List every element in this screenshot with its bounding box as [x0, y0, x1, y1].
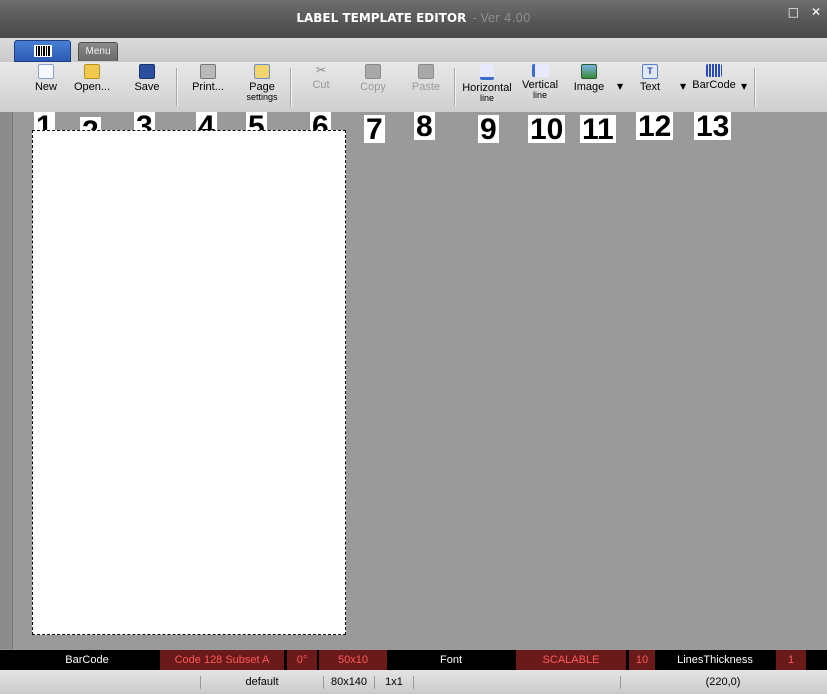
info-template-name: default [201, 676, 324, 689]
app-title: LABEL TEMPLATE EDITOR [296, 11, 467, 25]
hline-label-2: line [479, 93, 494, 103]
callout-9: 9 [478, 113, 499, 146]
image-button[interactable]: Image [570, 64, 608, 93]
cut-label: Cut [312, 79, 330, 91]
status-barcode-label: BarCode [14, 650, 160, 670]
status-bar: BarCode Code 128 Subset A 0° 50x10 Font … [0, 650, 827, 670]
version-label: - Ver 4.00 [472, 11, 531, 25]
info-page-size: 80x140 [324, 676, 375, 689]
paste-button[interactable]: Paste [408, 64, 444, 93]
status-barcode-type[interactable]: Code 128 Subset A [160, 650, 284, 670]
cut-button[interactable]: ✂ Cut [306, 63, 336, 92]
close-button[interactable]: ✕ [811, 5, 821, 19]
text-dropdown-arrow-icon[interactable]: ▼ [680, 82, 686, 91]
vline-label-2: line [532, 90, 547, 100]
status-font-label: Font [389, 650, 513, 670]
status-font-value[interactable]: SCALABLE [516, 650, 626, 670]
save-label: Save [134, 81, 160, 93]
vertical-line-button[interactable]: Vertical line [518, 64, 562, 100]
page-settings-label-2: settings [246, 92, 278, 102]
folder-icon [84, 64, 100, 79]
window-controls: □ ✕ [780, 5, 821, 19]
horizontal-line-button[interactable]: Horizontal line [460, 64, 514, 103]
status-lines-thickness-value[interactable]: 1 [776, 650, 806, 670]
open-button[interactable]: Open... [66, 64, 118, 93]
copy-button[interactable]: Copy [358, 64, 388, 93]
barcode-dropdown-arrow-icon[interactable]: ▼ [741, 82, 747, 91]
info-coordinates: (220,0) [705, 676, 741, 688]
image-label: Image [573, 81, 605, 93]
info-cell-empty [14, 676, 201, 689]
callout-8: 8 [414, 110, 435, 143]
copy-icon [365, 64, 381, 79]
open-label: Open... [73, 81, 111, 93]
text-label: Text [639, 81, 661, 93]
barcode-icon [706, 64, 722, 77]
label-canvas[interactable] [32, 130, 346, 635]
callout-7: 7 [364, 113, 385, 146]
status-font-size[interactable]: 10 [629, 650, 655, 670]
paste-icon [418, 64, 434, 79]
paste-label: Paste [411, 81, 441, 93]
print-button[interactable]: Print... [188, 64, 228, 93]
page-settings-button[interactable]: Page settings [240, 64, 284, 102]
new-document-icon [38, 64, 54, 79]
callout-10: 10 [528, 113, 566, 146]
status-lines-thickness-label: LinesThickness [657, 650, 773, 670]
callout-11: 11 [580, 113, 616, 146]
window-title: LABEL TEMPLATE EDITOR - Ver 4.00 [0, 11, 827, 25]
status-barcode-size[interactable]: 50x10 [319, 650, 387, 670]
new-button[interactable]: New [32, 64, 60, 93]
floppy-disk-icon [139, 64, 155, 79]
text-button[interactable]: T Text [636, 64, 664, 93]
horizontal-line-icon [480, 64, 494, 80]
barcode-button[interactable]: BarCode [690, 64, 738, 91]
toolbar-separator [754, 68, 756, 106]
callout-13: 13 [694, 110, 732, 143]
toolbar-separator [176, 68, 178, 106]
toolbar: New Open... Save Print... Page settings … [0, 62, 827, 113]
image-icon [581, 64, 597, 79]
page-settings-icon [254, 64, 270, 79]
toolbar-separator [454, 68, 456, 106]
barcode-icon [33, 45, 52, 57]
printer-icon [200, 64, 216, 79]
callout-12: 12 [636, 110, 674, 143]
scissors-icon: ✂ [315, 63, 327, 77]
image-dropdown-arrow-icon[interactable]: ▼ [617, 82, 623, 91]
vertical-line-icon [531, 64, 549, 77]
tab-menu[interactable]: Menu [78, 42, 118, 61]
toolbar-separator [290, 68, 292, 106]
text-icon: T [642, 64, 658, 79]
tab-row: Menu [0, 38, 827, 62]
save-button[interactable]: Save [132, 64, 162, 93]
print-label: Print... [192, 81, 224, 93]
left-panel-edge [0, 112, 13, 649]
info-bar: default 80x140 1x1 (220,0) [0, 670, 827, 694]
info-grid: 1x1 [375, 676, 414, 689]
app-menu-button[interactable] [14, 40, 71, 62]
barcode-label: BarCode [692, 79, 736, 91]
copy-label: Copy [360, 81, 386, 93]
title-bar: LABEL TEMPLATE EDITOR - Ver 4.00 □ ✕ [0, 0, 827, 39]
new-label: New [34, 81, 57, 93]
status-angle[interactable]: 0° [287, 650, 317, 670]
info-cell-empty-2 [414, 676, 621, 689]
maximize-button[interactable]: □ [788, 5, 799, 19]
